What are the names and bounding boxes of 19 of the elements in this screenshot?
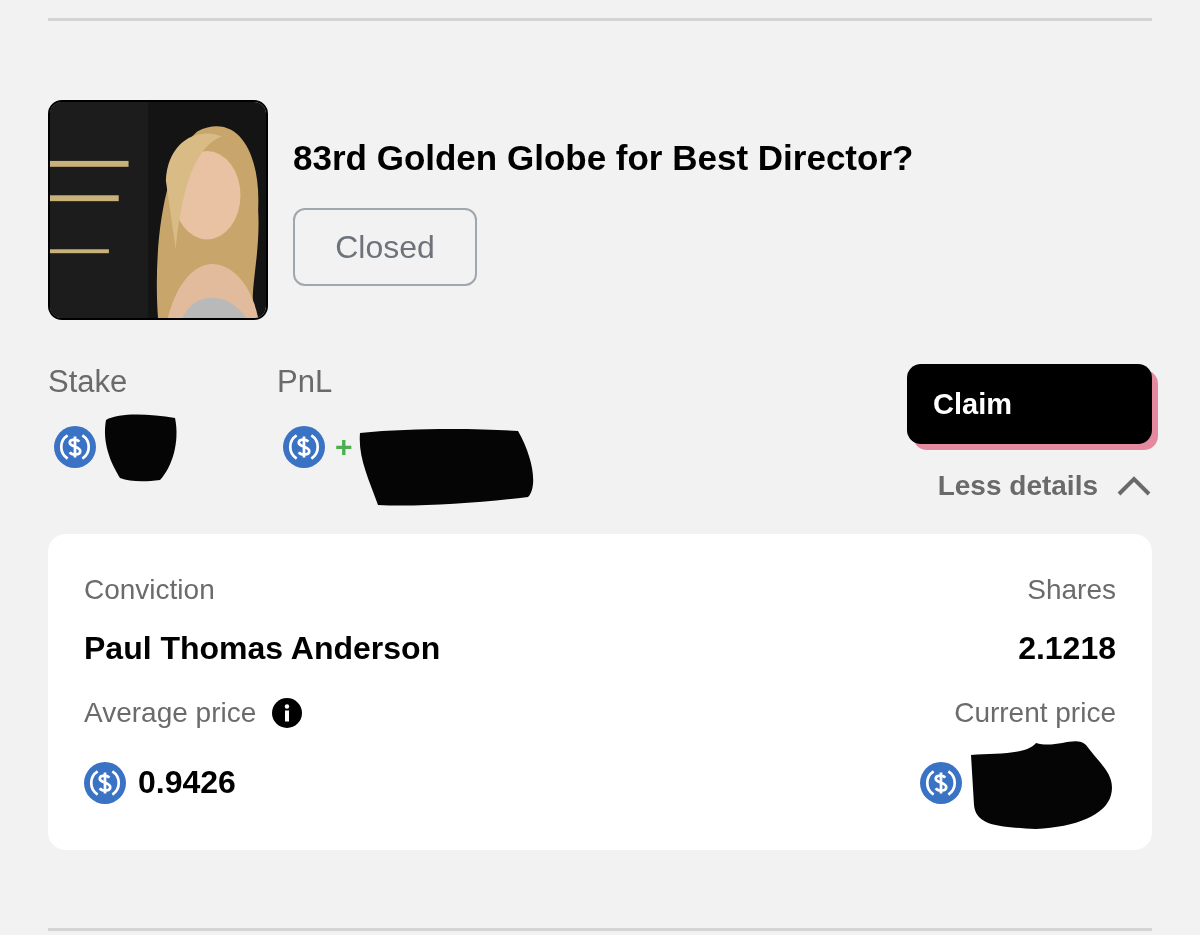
chevron-icon xyxy=(1116,475,1152,497)
current-price-label: Current price xyxy=(954,697,1116,729)
stake-label: Stake xyxy=(48,364,129,400)
average-price-value: 0.9426 xyxy=(138,764,236,801)
conviction-label: Conviction xyxy=(84,574,215,606)
plus-sign: + xyxy=(335,430,353,464)
status-badge: Closed xyxy=(293,208,477,286)
info-icon[interactable] xyxy=(272,698,303,728)
coin-icon xyxy=(920,761,962,804)
details-toggle[interactable]: Less details xyxy=(937,470,1152,502)
market-title: 83rd Golden Globe for Best Director? xyxy=(293,138,914,178)
shares-label: Shares xyxy=(1027,574,1116,606)
conviction-value: Paul Thomas Anderson xyxy=(84,630,441,667)
shares-value: 2.1218 xyxy=(1018,630,1116,667)
average-price-label: Average price xyxy=(84,697,257,729)
coin-icon xyxy=(84,761,126,804)
coin-icon xyxy=(54,426,96,468)
coin-icon xyxy=(283,426,325,468)
pnl-label: PnL xyxy=(277,364,334,400)
